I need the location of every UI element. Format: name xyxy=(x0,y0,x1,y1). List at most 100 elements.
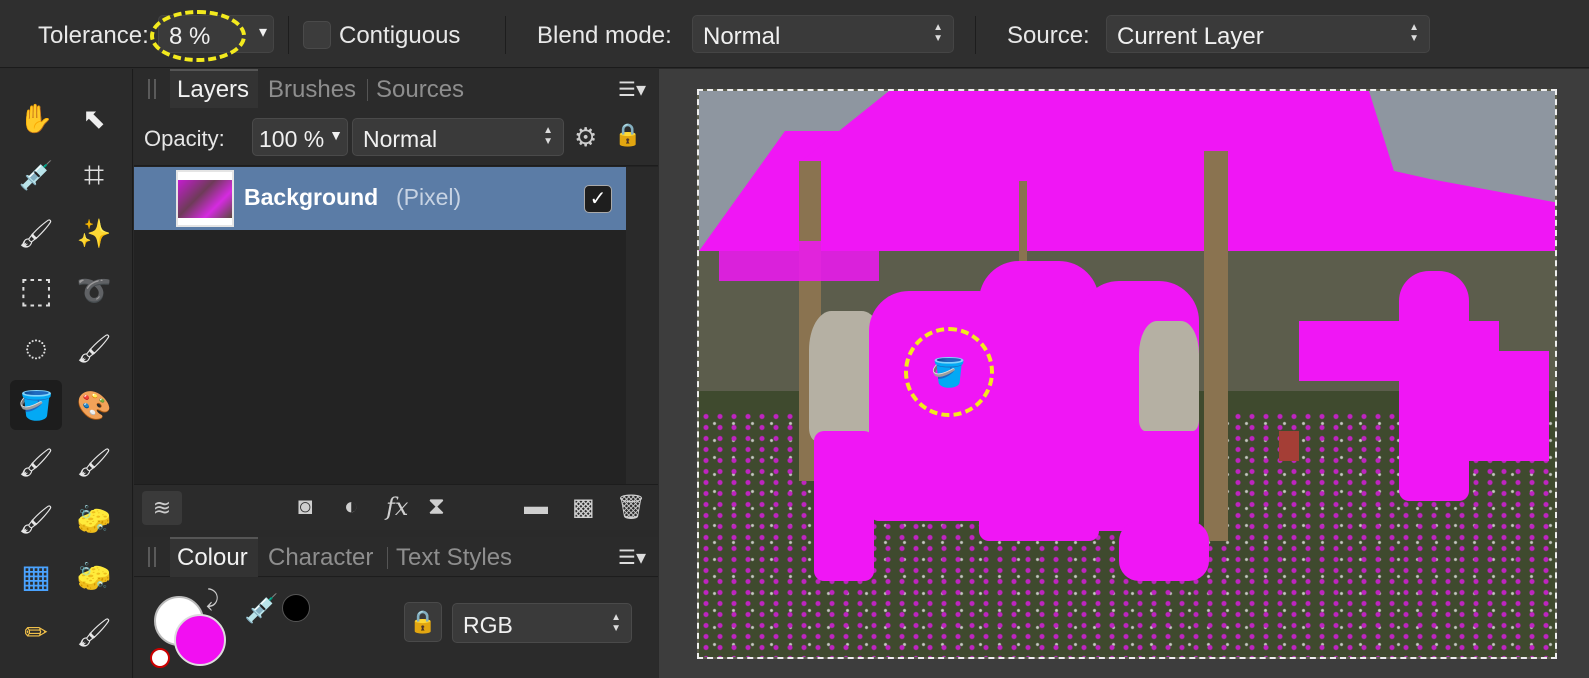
tab-character[interactable]: Character xyxy=(268,544,373,572)
picked-color-swatch[interactable] xyxy=(282,594,310,622)
clone-brush-icon: 🖌 xyxy=(76,616,112,648)
flood-select-tool[interactable]: ✨ xyxy=(68,208,120,258)
no-colour-icon[interactable] xyxy=(150,648,170,668)
paint-brush-icon: 🖌 xyxy=(76,332,112,364)
layers-panel-footer: ≋ ◙ ◐ fx ⧗ ▬ ▩ 🗑 xyxy=(134,484,658,530)
add-pixel-layer-icon[interactable]: ▩ xyxy=(572,493,595,522)
colour-model-select[interactable]: RGB ▲ ▼ xyxy=(452,603,632,643)
live-filter-icon[interactable]: ⧗ xyxy=(428,493,445,521)
fx-icon[interactable]: fx xyxy=(386,493,408,521)
elliptical-marquee-tool[interactable]: ◌ xyxy=(10,323,62,373)
background-erase-icon: 🧽 xyxy=(76,503,112,535)
source-label: Source: xyxy=(1007,22,1090,49)
hand-icon: ✋ xyxy=(18,102,54,134)
layer-options-row: Opacity: 100 % ▼ Normal ▲ ▼ ⚙ 🔒 xyxy=(134,108,658,166)
stroke-color-swatch[interactable] xyxy=(174,614,226,666)
tolerance-field[interactable]: 8 % ▾ xyxy=(158,15,274,53)
mixer-brush-icon: 🖌 xyxy=(76,446,112,478)
paint-bucket-icon: 🪣 xyxy=(18,389,54,421)
erase-brush-tool[interactable]: 🖌 xyxy=(10,494,62,544)
chevron-down-icon[interactable]: ▾ xyxy=(259,22,267,42)
context-toolbar: Tolerance: 8 % ▾ Contiguous Blend mode: … xyxy=(0,0,1589,68)
source-value: Current Layer xyxy=(1117,23,1264,50)
adjustment-layer-icon[interactable]: ◐ xyxy=(344,493,359,521)
layer-visibility-checkbox[interactable]: ✓ xyxy=(584,185,612,213)
pixel-tool[interactable]: 🖌 xyxy=(10,437,62,487)
color-picker-tool[interactable]: 💉 xyxy=(10,150,62,200)
paint-bucket-cursor-icon: 🪣 xyxy=(931,357,966,388)
trash-icon[interactable]: 🗑 xyxy=(616,493,646,522)
layer-blend-select[interactable]: Normal ▲ ▼ xyxy=(352,118,564,156)
grid-tool[interactable]: ▦ xyxy=(10,551,62,601)
opacity-value: 100 % xyxy=(259,126,325,152)
lock-icon[interactable]: 🔒 xyxy=(614,122,641,148)
eraser-icon: ✏ xyxy=(24,616,48,648)
freehand-selection-tool[interactable]: ➰ xyxy=(68,265,120,315)
layers-stack-icon[interactable]: ≋ xyxy=(142,491,182,525)
contiguous-label: Contiguous xyxy=(339,22,461,49)
eyedropper-icon[interactable]: 💉 xyxy=(244,592,279,625)
gear-icon[interactable]: ⚙ xyxy=(574,122,597,153)
crop-icon: ⌗ xyxy=(83,153,105,195)
panel-menu-icon[interactable]: ☰▾ xyxy=(618,545,646,570)
toolbar-divider xyxy=(288,16,289,54)
layer-type: (Pixel) xyxy=(396,184,462,210)
background-erase-tool[interactable]: 🧽 xyxy=(68,494,120,544)
tools-panel: ✋ ⬉ 💉 ⌗ 🖌 ✨ ⬚ ➰ ◌ 🖌 🪣 🎨 🖌 🖌 🖌 🧽 ▦ 🧽 ✏ 🖌 xyxy=(0,69,133,678)
canvas-area[interactable]: 🪣 xyxy=(659,69,1589,678)
colour-panel: ⤸ 💉 🔒 RGB ▲ ▼ xyxy=(134,578,658,678)
move-tool[interactable]: ⬉ xyxy=(68,93,120,143)
grid-icon: ▦ xyxy=(20,558,52,594)
layer-row[interactable]: Background (Pixel) ✓ xyxy=(134,167,626,230)
selection-brush-tool[interactable]: 🖌 xyxy=(10,208,62,258)
flood-erase-icon: 🧽 xyxy=(76,560,112,592)
clone-brush-tool[interactable]: 🖌 xyxy=(68,607,120,657)
panel-grip-icon[interactable] xyxy=(148,547,156,567)
color-replacement-tool[interactable]: 🎨 xyxy=(68,380,120,430)
eyedropper-icon: 💉 xyxy=(18,159,54,191)
document-image[interactable]: 🪣 xyxy=(697,89,1557,659)
eraser-tool[interactable]: ✏ xyxy=(10,607,62,657)
color-wheel-icon: 🎨 xyxy=(76,389,112,421)
layers-scrollbar[interactable] xyxy=(626,167,658,484)
tolerance-value: 8 % xyxy=(169,23,211,50)
panel-grip-icon[interactable] xyxy=(148,79,156,99)
paint-brush-tool[interactable]: 🖌 xyxy=(68,323,120,373)
tab-separator xyxy=(367,79,368,101)
tab-colour[interactable]: Colour xyxy=(177,544,248,572)
mixer-brush-tool[interactable]: 🖌 xyxy=(68,437,120,487)
magic-wand-icon: ✨ xyxy=(76,217,112,249)
colour-panel-tabs: Colour Character Text Styles ☰▾ xyxy=(134,537,658,577)
folder-icon[interactable]: ▬ xyxy=(524,493,548,521)
layer-blend-value: Normal xyxy=(363,126,438,152)
pointer-icon: ⬉ xyxy=(82,102,106,134)
opacity-field[interactable]: 100 % ▼ xyxy=(252,118,348,156)
layer-name: Background xyxy=(244,184,379,210)
tab-sources[interactable]: Sources xyxy=(376,76,464,104)
updown-arrows-icon: ▲ ▼ xyxy=(933,22,943,44)
crop-tool[interactable]: ⌗ xyxy=(68,150,120,200)
blend-mode-value: Normal xyxy=(703,23,781,50)
chevron-down-icon[interactable]: ▼ xyxy=(329,127,343,143)
flood-fill-tool[interactable]: 🪣 xyxy=(10,380,62,430)
flood-erase-tool[interactable]: 🧽 xyxy=(68,551,120,601)
hand-tool[interactable]: ✋ xyxy=(10,93,62,143)
tab-layers[interactable]: Layers xyxy=(177,76,249,104)
pixel-brush-icon: 🖌 xyxy=(18,446,54,478)
source-select[interactable]: Current Layer ▲ ▼ xyxy=(1106,15,1430,53)
contiguous-checkbox[interactable] xyxy=(303,21,331,49)
rectangular-marquee-tool[interactable]: ⬚ xyxy=(10,265,62,315)
swap-colors-icon[interactable]: ⤸ xyxy=(206,586,219,612)
lasso-icon: ➰ xyxy=(76,274,112,306)
blend-mode-select[interactable]: Normal ▲ ▼ xyxy=(692,15,954,53)
layer-thumbnail xyxy=(176,170,234,227)
mask-layer-icon[interactable]: ◙ xyxy=(298,493,313,521)
toolbar-divider xyxy=(505,16,506,54)
lock-icon[interactable]: 🔒 xyxy=(404,602,442,642)
rectangle-marquee-icon: ⬚ xyxy=(18,269,53,310)
tab-brushes[interactable]: Brushes xyxy=(268,76,356,104)
tab-text-styles[interactable]: Text Styles xyxy=(396,544,512,572)
panel-menu-icon[interactable]: ☰▾ xyxy=(618,77,646,102)
tolerance-label: Tolerance: xyxy=(38,22,149,49)
layers-panel-tabs: Layers Brushes Sources ☰▾ xyxy=(134,69,658,109)
